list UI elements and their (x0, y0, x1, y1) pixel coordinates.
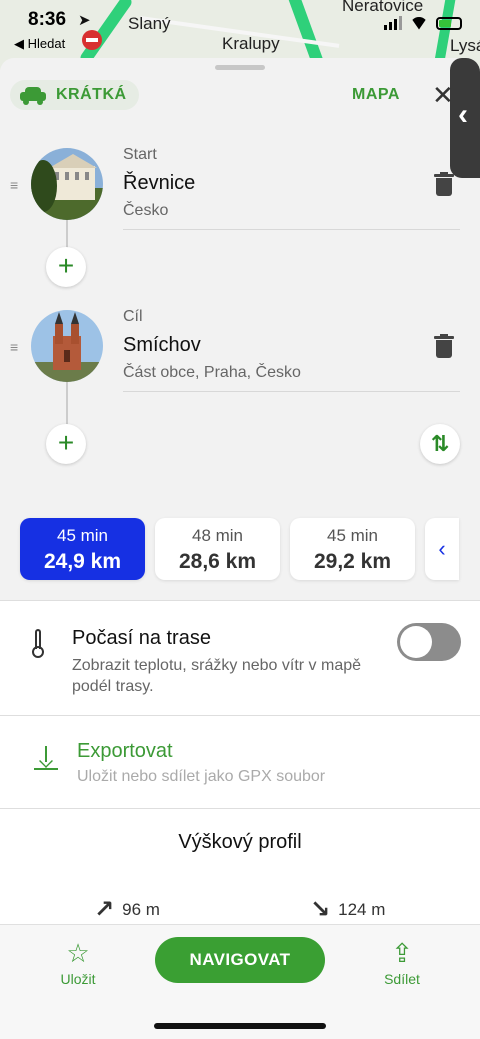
route-option-1[interactable]: 45 min 24,9 km (20, 518, 145, 580)
descent-value: 124 m (338, 899, 386, 919)
wifi-icon (410, 16, 428, 30)
map-town-label: Kralupy (222, 34, 280, 53)
waypoint-destination-photo (31, 310, 103, 382)
waypoint-divider (123, 229, 460, 230)
waypoint-role-label: Cíl (123, 308, 143, 325)
waypoint-connector (66, 220, 68, 248)
elevation-profile-title: Výškový profil (178, 831, 302, 853)
back-to-search-link[interactable]: ◀ Hledat (14, 36, 65, 52)
home-indicator[interactable] (154, 1023, 326, 1029)
route-time: 48 min (191, 526, 244, 545)
drag-handle-icon[interactable]: ≡ (10, 340, 18, 354)
save-button[interactable]: ☆ Uložit (38, 939, 118, 987)
export-row[interactable]: Exportovat Uložit nebo sdílet jako GPX s… (0, 716, 480, 808)
side-panel-tab[interactable]: ‹ (450, 58, 480, 178)
add-waypoint-button[interactable]: + (46, 424, 86, 464)
star-icon: ☆ (66, 938, 90, 968)
delete-waypoint-trash-icon[interactable] (434, 334, 454, 358)
more-routes-chevron-icon[interactable]: ‹ (425, 518, 459, 580)
close-icon[interactable]: ✕ (432, 80, 454, 111)
weather-on-route-row[interactable]: Počasí na trase Zobrazit teplotu, srážky… (0, 601, 480, 715)
map-town-label: Slaný (128, 14, 171, 33)
share-button[interactable]: ⇪ Sdílet (362, 939, 442, 987)
export-description: Uložit nebo sdílet jako GPX soubor (77, 768, 326, 785)
no-entry-sign-icon (82, 30, 102, 50)
share-icon: ⇪ (391, 938, 413, 968)
arrow-up-right-icon: ↗ (94, 896, 115, 923)
delete-waypoint-trash-icon[interactable] (434, 172, 454, 196)
route-options: 45 min 24,9 km 48 min 28,6 km 45 min 29,… (20, 518, 459, 580)
signal-icon (384, 16, 402, 30)
location-arrow-icon: ➤ (78, 12, 91, 29)
route-distance: 28,6 km (178, 550, 257, 573)
ascent-stat: ↗ 96 m (94, 895, 160, 924)
download-icon (34, 746, 58, 772)
waypoint-name: Smíchov (123, 334, 201, 356)
swap-waypoints-icon[interactable]: ⇅ (420, 424, 460, 464)
status-icons (384, 16, 462, 30)
chevron-left-icon: ‹ (458, 98, 468, 131)
waypoint-subtitle: Část obce, Praha, Česko (123, 364, 301, 381)
share-label: Sdílet (384, 971, 420, 987)
weather-toggle[interactable] (397, 623, 461, 661)
status-time: 8:36 (28, 9, 67, 30)
waypoint-role-label: Start (123, 146, 157, 163)
waypoint-connector (66, 382, 68, 424)
route-distance: 24,9 km (43, 550, 122, 573)
bottom-action-bar: ☆ Uložit NAVIGOVAT ⇪ Sdílet (0, 924, 480, 1039)
export-title: Exportovat (77, 740, 173, 762)
route-time: 45 min (326, 526, 379, 545)
route-option-2[interactable]: 48 min 28,6 km (155, 518, 280, 580)
sheet-grabber[interactable] (215, 65, 265, 70)
map-town-label: Neratovice (342, 0, 424, 15)
drag-handle-icon[interactable]: ≡ (10, 178, 18, 192)
route-mode-label: KRÁTKÁ (56, 86, 127, 103)
waypoint-subtitle: Česko (123, 202, 169, 219)
route-mode-selector[interactable]: KRÁTKÁ (10, 80, 139, 110)
toggle-knob (400, 626, 432, 658)
elevation-profile-section: Výškový profil ↗ 96 m ↘ 124 m (0, 809, 480, 929)
battery-icon (436, 16, 462, 30)
route-option-3[interactable]: 45 min 29,2 km (290, 518, 415, 580)
route-distance: 29,2 km (313, 550, 392, 573)
map-town-label: Lysá (450, 36, 480, 55)
weather-title: Počasí na trase (72, 627, 211, 649)
waypoint-name: Řevnice (123, 172, 196, 194)
route-time: 45 min (56, 526, 109, 545)
route-planner-sheet: ‹ KRÁTKÁ MAPA ✕ ≡ Start Řevnice Česko + … (0, 58, 480, 1039)
add-waypoint-button[interactable]: + (46, 247, 86, 287)
navigate-button[interactable]: NAVIGOVAT (155, 937, 325, 983)
waypoint-start-photo (31, 148, 103, 220)
thermometer-icon (32, 629, 44, 658)
car-icon (20, 86, 46, 105)
weather-description: Zobrazit teplotu, srážky nebo vítr v map… (72, 657, 362, 695)
map-button[interactable]: MAPA (352, 86, 400, 104)
waypoint-divider (123, 391, 460, 392)
ascent-value: 96 m (122, 899, 160, 919)
descent-stat: ↘ 124 m (310, 895, 385, 924)
arrow-down-right-icon: ↘ (310, 896, 331, 923)
save-label: Uložit (60, 971, 96, 987)
